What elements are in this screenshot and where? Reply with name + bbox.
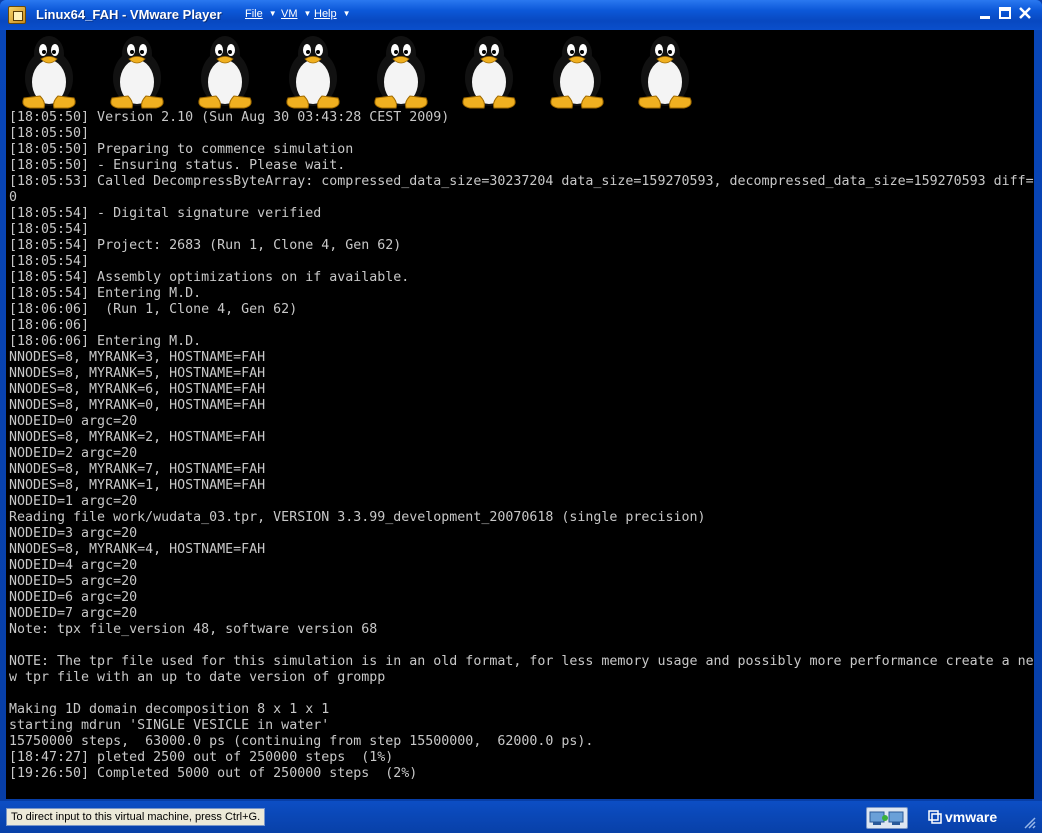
console-line: [18:05:54] bbox=[9, 222, 90, 237]
tux-penguin-icon bbox=[104, 32, 170, 110]
input-hint-text: To direct input to this virtual machine,… bbox=[6, 808, 266, 826]
tux-penguin-icon bbox=[456, 32, 522, 110]
title-bar[interactable]: Linux64_FAH - VMware Player File ▼ VM ▼ He… bbox=[0, 0, 1042, 30]
maximize-button[interactable] bbox=[996, 6, 1014, 24]
minimize-icon bbox=[980, 16, 990, 19]
console-line: 15750000 steps, 63000.0 ps (continuing f… bbox=[9, 734, 594, 749]
chevron-down-icon: ▼ bbox=[342, 9, 351, 18]
console-line: NOTE: The tpr file used for this simulat… bbox=[9, 654, 1034, 669]
console-line: starting mdrun 'SINGLE VESICLE in water' bbox=[9, 718, 330, 733]
console-line: NODEID=6 argc=20 bbox=[9, 590, 138, 605]
menu-help-label: Help bbox=[314, 8, 337, 20]
window-title: Linux64_FAH - VMware Player bbox=[36, 7, 222, 22]
tux-penguin-icon bbox=[368, 32, 434, 110]
minimize-button[interactable] bbox=[976, 6, 994, 24]
resize-grip-icon[interactable] bbox=[1022, 815, 1036, 829]
brand-text: vmware bbox=[945, 809, 998, 825]
vmware-brand-logo: vmware bbox=[928, 809, 997, 825]
vm-console-screen[interactable]: [18:05:50] Version 2.10 (Sun Aug 30 03:4… bbox=[6, 30, 1034, 799]
console-line: [18:05:54] - Digital signature verified bbox=[9, 206, 322, 221]
console-line: [19:26:50] Completed 5000 out of 250000 … bbox=[9, 766, 418, 781]
tux-penguin-icon bbox=[280, 32, 346, 110]
console-line: NODEID=0 argc=20 bbox=[9, 414, 138, 429]
tux-penguin-icon bbox=[16, 32, 82, 110]
menu-vm[interactable]: VM ▼ bbox=[281, 8, 311, 20]
menu-vm-label: VM bbox=[281, 8, 298, 20]
console-line: [18:05:53] Called DecompressByteArray: c… bbox=[9, 174, 1034, 189]
vmware-app-icon[interactable] bbox=[8, 6, 26, 24]
console-line: [18:05:54] bbox=[9, 254, 90, 269]
chevron-down-icon: ▼ bbox=[303, 9, 312, 18]
status-bar: To direct input to this virtual machine,… bbox=[0, 801, 1042, 833]
console-line: NNODES=8, MYRANK=6, HOSTNAME=FAH bbox=[9, 382, 266, 397]
console-line: NODEID=5 argc=20 bbox=[9, 574, 138, 589]
tux-penguin-icon bbox=[192, 32, 258, 110]
menu-help[interactable]: Help ▼ bbox=[314, 8, 351, 20]
console-line: [18:47:27] pleted 2500 out of 250000 ste… bbox=[9, 750, 394, 765]
console-line: Reading file work/wudata_03.tpr, VERSION… bbox=[9, 510, 706, 525]
console-line: NODEID=3 argc=20 bbox=[9, 526, 138, 541]
console-output: [18:05:50] Version 2.10 (Sun Aug 30 03:4… bbox=[9, 110, 1034, 782]
console-line: Making 1D domain decomposition 8 x 1 x 1 bbox=[9, 702, 330, 717]
console-line: [18:05:50] bbox=[9, 126, 90, 141]
vmware-logo-icon bbox=[928, 810, 942, 824]
console-line: NNODES=8, MYRANK=7, HOSTNAME=FAH bbox=[9, 462, 266, 477]
console-line: NNODES=8, MYRANK=0, HOSTNAME=FAH bbox=[9, 398, 266, 413]
console-line: NODEID=2 argc=20 bbox=[9, 446, 138, 461]
console-line: NODEID=4 argc=20 bbox=[9, 558, 138, 573]
console-line: w tpr file with an up to date version of… bbox=[9, 670, 386, 685]
console-line: 0 bbox=[9, 190, 18, 205]
close-button[interactable] bbox=[1016, 6, 1034, 24]
console-line: Note: tpx file_version 48, software vers… bbox=[9, 622, 378, 637]
console-line: [18:06:06] (Run 1, Clone 4, Gen 62) bbox=[9, 302, 298, 317]
console-line: [18:05:54] Project: 2683 (Run 1, Clone 4… bbox=[9, 238, 402, 253]
console-line: [18:05:54] Entering M.D. bbox=[9, 286, 202, 301]
menu-file[interactable]: File ▼ bbox=[245, 8, 277, 20]
tux-penguin-icon bbox=[544, 32, 610, 110]
menu-file-label: File bbox=[245, 8, 263, 20]
console-line: [18:05:50] Preparing to commence simulat… bbox=[9, 142, 354, 157]
console-line: NNODES=8, MYRANK=1, HOSTNAME=FAH bbox=[9, 478, 266, 493]
console-line: NNODES=8, MYRANK=3, HOSTNAME=FAH bbox=[9, 350, 266, 365]
console-line: [18:05:54] Assembly optimizations on if … bbox=[9, 270, 410, 285]
console-line: NNODES=8, MYRANK=2, HOSTNAME=FAH bbox=[9, 430, 266, 445]
maximize-icon bbox=[999, 7, 1011, 19]
device-status-icons[interactable] bbox=[866, 807, 908, 829]
console-line: [18:06:06] bbox=[9, 318, 90, 333]
console-line: NODEID=7 argc=20 bbox=[9, 606, 138, 621]
console-line: [18:06:06] Entering M.D. bbox=[9, 334, 202, 349]
tux-penguin-icon bbox=[632, 32, 698, 110]
tux-logo-row bbox=[16, 32, 716, 112]
console-line: NODEID=1 argc=20 bbox=[9, 494, 138, 509]
console-line: NNODES=8, MYRANK=4, HOSTNAME=FAH bbox=[9, 542, 266, 557]
close-icon bbox=[1019, 7, 1031, 19]
console-line: [18:05:50] - Ensuring status. Please wai… bbox=[9, 158, 346, 173]
chevron-down-icon: ▼ bbox=[268, 9, 277, 18]
console-line: NNODES=8, MYRANK=5, HOSTNAME=FAH bbox=[9, 366, 266, 381]
network-device-icon bbox=[869, 811, 904, 825]
console-line: [18:05:50] Version 2.10 (Sun Aug 30 03:4… bbox=[9, 110, 450, 125]
vmware-player-window: Linux64_FAH - VMware Player File ▼ VM ▼ He… bbox=[0, 0, 1042, 833]
